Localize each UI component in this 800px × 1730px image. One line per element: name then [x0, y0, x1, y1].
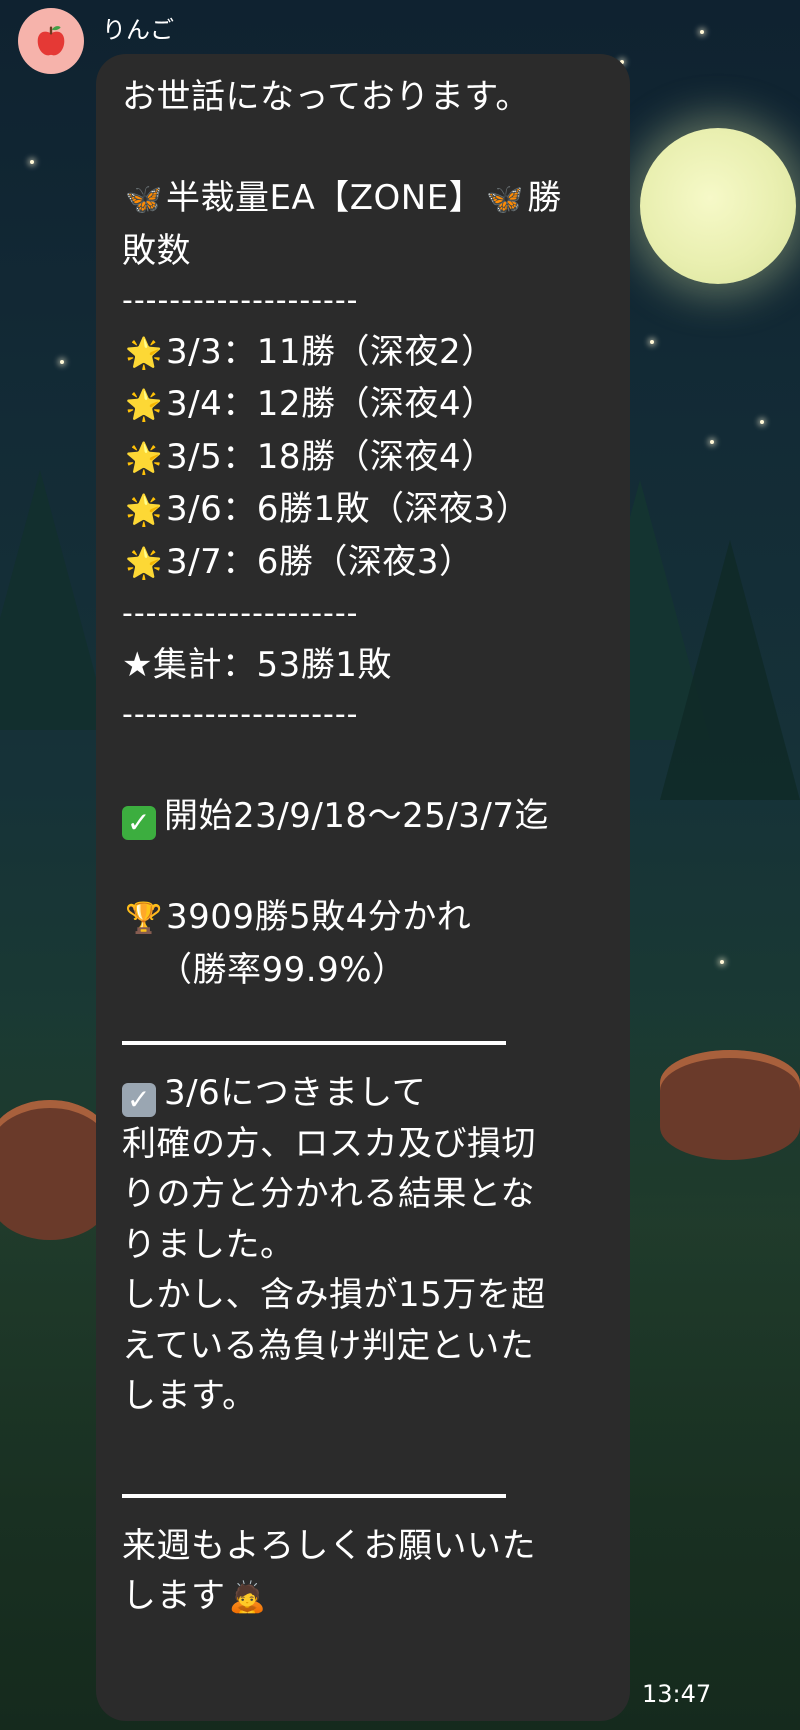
tree-stump: [660, 1050, 800, 1160]
glowing-star-icon: 🌟: [125, 335, 163, 371]
message-bubble[interactable]: お世話になっております。 🦋半裁量EA【ZONE】 🦋勝 敗数 ---------…: [96, 54, 630, 1721]
star: [720, 960, 724, 964]
star: [760, 420, 764, 424]
closing-text: します: [122, 1576, 226, 1616]
trophy-icon: 🏆: [125, 901, 163, 936]
note-line: りの方と分かれる結果とな: [122, 1174, 535, 1214]
apple-icon: [37, 26, 65, 56]
title-line-2: 敗数: [122, 230, 191, 271]
pine-tree: [660, 540, 800, 800]
greeting-text: お世話になっております。: [122, 77, 530, 117]
title-line: 🦋半裁量EA【ZONE】 🦋勝: [122, 173, 610, 226]
check-mark-button-icon: ✓: [122, 806, 156, 840]
star: [60, 360, 64, 364]
record-text: 3909勝5敗4分かれ: [166, 897, 472, 937]
closing-line-2: します 🙇: [122, 1571, 610, 1624]
glowing-star-icon: 🌟: [125, 388, 163, 423]
divider: --------------------: [122, 596, 359, 631]
star: [30, 160, 34, 164]
horizontal-rule: [122, 1493, 506, 1498]
glowing-star-icon: 🌟: [125, 545, 163, 581]
divider: --------------------: [122, 283, 359, 318]
check-box-icon: ✓: [122, 1083, 156, 1117]
person-bowing-icon: 🙇: [228, 1580, 267, 1615]
period-line: ✓ 開始23/9/18〜25/3/7迄: [122, 791, 610, 842]
note-line: します。: [122, 1376, 257, 1416]
title-text: 半裁量EA【ZONE】: [166, 178, 484, 218]
message-timestamp: 13:47: [642, 1680, 712, 1708]
result-text: 3/6：6勝1敗（深夜3）: [166, 489, 531, 529]
moon: [640, 128, 796, 284]
star: [710, 440, 714, 444]
glowing-star-icon: 🌟: [125, 493, 163, 528]
star: [650, 340, 654, 344]
note-line: りました。: [122, 1224, 295, 1265]
avatar[interactable]: [18, 8, 84, 74]
note-heading-line: ✓ 3/6につきまして: [122, 1068, 610, 1119]
result-line: 🌟3/7：6勝（深夜3）: [122, 537, 610, 590]
butterfly-icon: 🦋: [125, 182, 163, 217]
total-text: ★集計：53勝1敗: [122, 644, 392, 685]
closing-line: 来週もよろしくお願いいた: [122, 1525, 536, 1566]
note-heading-text: 3/6につきまして: [164, 1073, 427, 1113]
horizontal-rule: [122, 1041, 506, 1045]
note-line: しかし、含み損が15万を超: [122, 1275, 546, 1315]
glowing-star-icon: 🌟: [125, 440, 163, 476]
result-line: 🌟3/3：11勝（深夜2）: [122, 327, 610, 380]
record-line: 🏆3909勝5敗4分かれ: [122, 892, 610, 945]
result-text: 3/7：6勝（深夜3）: [166, 541, 474, 582]
period-text: 開始23/9/18〜25/3/7迄: [164, 796, 550, 836]
result-line: 🌟3/5：18勝（深夜4）: [122, 432, 610, 485]
butterfly-icon: 🦋: [486, 182, 525, 217]
result-text: 3/3：11勝（深夜2）: [166, 331, 496, 372]
title-tail-text: 勝: [527, 178, 562, 218]
note-line: えている為負け判定といた: [122, 1325, 535, 1366]
result-line: 🌟3/4：12勝（深夜4）: [122, 379, 610, 432]
chat-screen: りんご お世話になっております。 🦋半裁量EA【ZONE】 🦋勝 敗数 -----…: [0, 0, 800, 1730]
result-text: 3/4：12勝（深夜4）: [166, 384, 496, 424]
pine-tree: [0, 470, 110, 730]
result-text: 3/5：18勝（深夜4）: [166, 436, 496, 477]
star: [700, 30, 704, 34]
win-rate-text: （勝率99.9%）: [158, 949, 407, 990]
divider: --------------------: [122, 697, 359, 732]
tree-stump: [0, 1100, 110, 1240]
note-line: 利確の方、ロスカ及び損切: [122, 1123, 536, 1164]
result-line: 🌟3/6：6勝1敗（深夜3）: [122, 484, 610, 537]
sender-name: りんご: [102, 16, 174, 44]
